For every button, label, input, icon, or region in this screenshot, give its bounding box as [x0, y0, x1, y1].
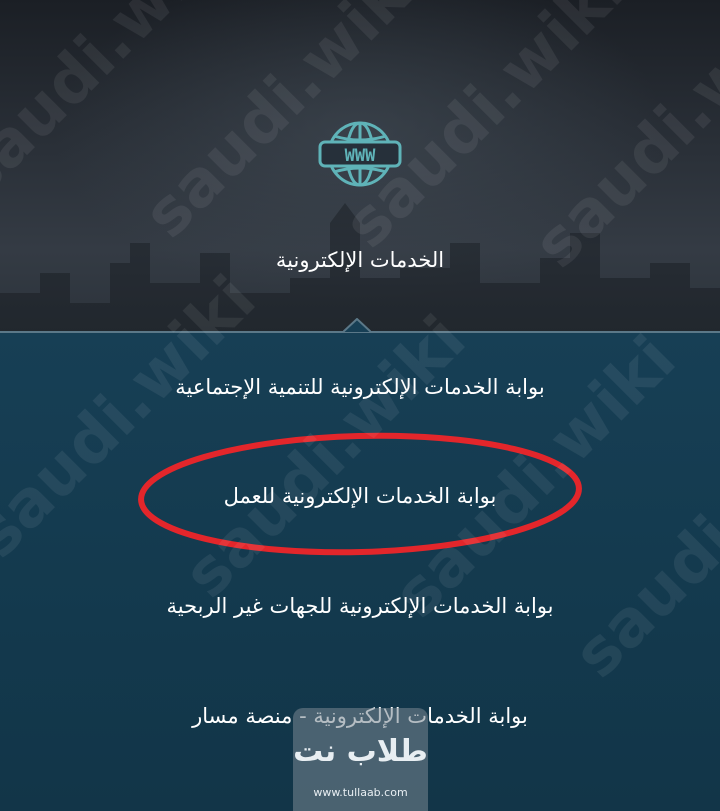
logo-name: طلاب نت — [293, 734, 428, 769]
logo-url: www.tullaab.com — [313, 786, 408, 799]
menu-item-nonprofit[interactable]: بوابة الخدمات الإلكترونية للجهات غير الر… — [0, 594, 720, 618]
www-globe-icon: WWW — [318, 121, 402, 187]
svg-text:WWW: WWW — [345, 146, 376, 166]
menu-item-labor[interactable]: بوابة الخدمات الإلكترونية للعمل — [0, 484, 720, 508]
menu-item-social-development[interactable]: بوابة الخدمات الإلكترونية للتنمية الإجتم… — [0, 375, 720, 399]
hero-banner: WWW الخدمات الإلكترونية — [0, 0, 720, 333]
site-logo-badge: طلاب نت www.tullaab.com — [293, 708, 428, 811]
hero-title: الخدمات الإلكترونية — [275, 248, 445, 272]
pointer-notch-icon — [343, 318, 371, 333]
